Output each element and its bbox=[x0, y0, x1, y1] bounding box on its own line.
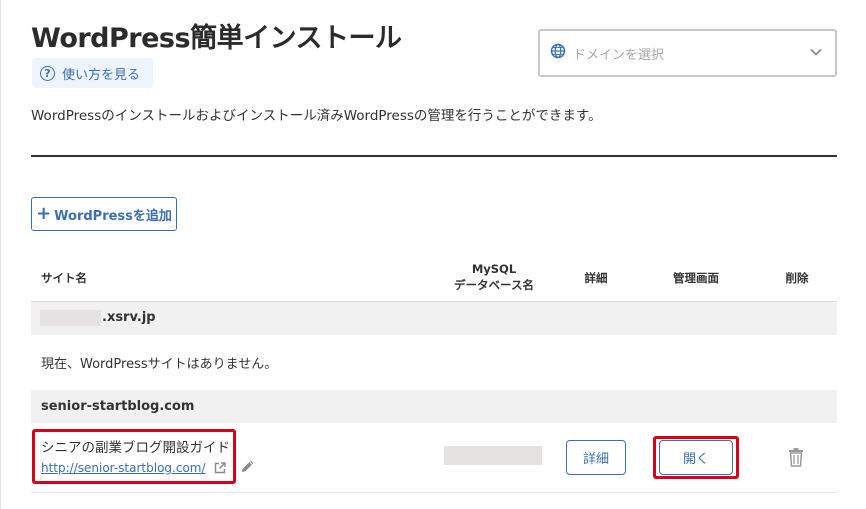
header-divider bbox=[31, 155, 837, 157]
column-header-admin: 管理画面 bbox=[673, 271, 719, 285]
help-icon: ? bbox=[40, 65, 55, 81]
globe-icon bbox=[550, 43, 566, 63]
domain-select-placeholder: ドメインを選択 bbox=[573, 47, 665, 63]
column-header-delete: 削除 bbox=[785, 271, 809, 285]
help-button-label: 使い方を見る bbox=[62, 67, 141, 83]
page-description: WordPressのインストールおよびインストール済みWordPressの管理を… bbox=[31, 108, 602, 124]
site-url-link[interactable]: http://senior-startblog.com/ bbox=[41, 461, 206, 475]
column-header-detail: 詳細 bbox=[584, 271, 608, 285]
site-title: シニアの副業ブログ開設ガイド bbox=[41, 440, 230, 456]
chevron-down-icon bbox=[809, 44, 823, 63]
external-link-icon[interactable] bbox=[213, 460, 227, 479]
domain-group-name: senior-startblog.com bbox=[41, 399, 195, 414]
add-wordpress-button[interactable]: + WordPressを追加 bbox=[31, 197, 177, 231]
domain-group-name: .xsrv.jp bbox=[102, 310, 156, 325]
column-header-mysql-line2: データベース名 bbox=[454, 278, 534, 292]
page-left-border bbox=[0, 0, 1, 509]
domain-select[interactable]: ドメインを選択 bbox=[538, 29, 837, 77]
pencil-icon[interactable] bbox=[240, 458, 256, 478]
column-header-site-name: サイト名 bbox=[41, 271, 87, 285]
page-title: WordPress簡単インストール bbox=[31, 23, 402, 54]
help-button[interactable]: ? 使い方を見る bbox=[32, 58, 153, 88]
add-wordpress-label: WordPressを追加 bbox=[54, 208, 172, 224]
column-header-mysql-line1: MySQL bbox=[471, 262, 517, 276]
open-admin-button[interactable]: 開く bbox=[659, 440, 733, 475]
trash-icon[interactable] bbox=[787, 447, 805, 471]
plus-icon: + bbox=[36, 203, 52, 224]
empty-site-message: 現在、WordPressサイトはありません。 bbox=[41, 357, 278, 372]
detail-button[interactable]: 詳細 bbox=[566, 440, 626, 475]
redacted-database-name bbox=[444, 446, 542, 465]
column-header-mysql: MySQL データベース名 bbox=[436, 261, 552, 293]
row-divider bbox=[31, 492, 837, 493]
redacted-subdomain bbox=[40, 310, 101, 326]
